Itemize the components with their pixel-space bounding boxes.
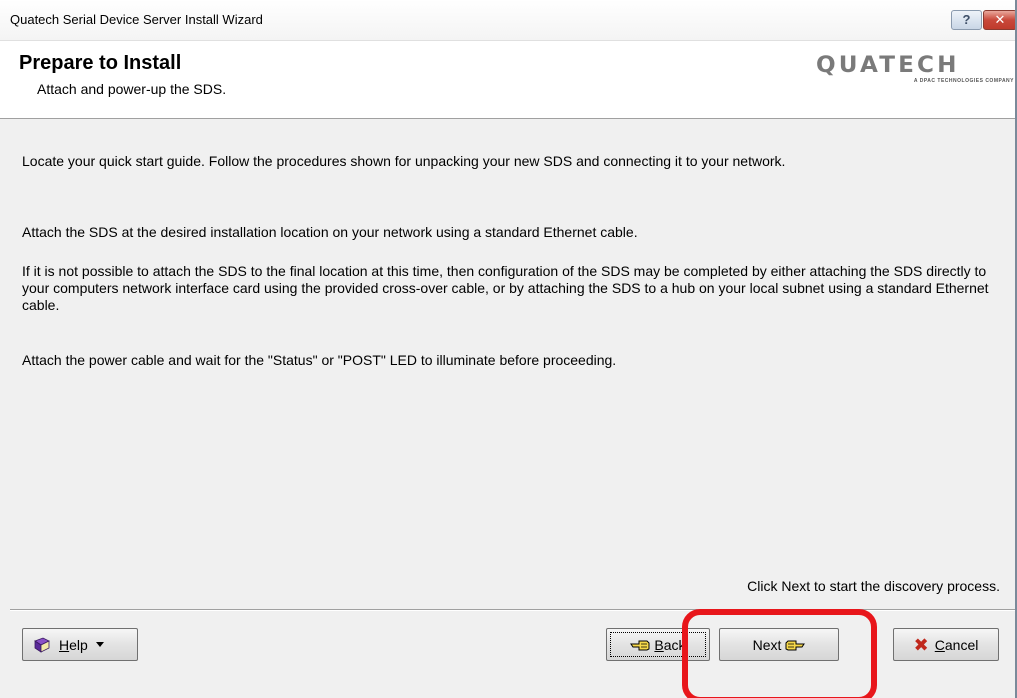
- instruction-paragraph-1: Locate your quick start guide. Follow th…: [22, 153, 786, 169]
- next-button-label: Next: [752, 636, 782, 653]
- red-x-icon: ✖: [913, 634, 929, 655]
- window-title: Quatech Serial Device Server Install Wiz…: [10, 12, 263, 27]
- instruction-paragraph-3: If it is not possible to attach the SDS …: [22, 263, 989, 313]
- page-title: Prepare to Install: [19, 52, 182, 74]
- next-button[interactable]: Next: [719, 628, 839, 661]
- help-button[interactable]: Help: [22, 628, 138, 661]
- book-icon: [34, 637, 50, 653]
- title-bar: Quatech Serial Device Server Install Wiz…: [0, 0, 1017, 41]
- instruction-paragraph-2: Attach the SDS at the desired installati…: [22, 224, 638, 240]
- page-subtitle: Attach and power-up the SDS.: [37, 81, 227, 97]
- next-hint-text: Click Next to start the discovery proces…: [747, 578, 1000, 594]
- quatech-logo: QUATECH A DPAC TECHNOLOGIES COMPANY: [816, 53, 1016, 89]
- hand-pointing-right-icon: [785, 640, 806, 650]
- help-button-label: Help: [59, 636, 88, 653]
- instruction-paragraph-4: Attach the power cable and wait for the …: [22, 352, 617, 368]
- logo-tagline: A DPAC TECHNOLOGIES COMPANY: [913, 78, 1014, 84]
- cancel-button[interactable]: ✖ Cancel: [893, 628, 999, 661]
- chevron-down-icon: [95, 642, 104, 647]
- logo-wordmark: QUATECH: [816, 53, 960, 78]
- back-button-label: Back: [654, 636, 686, 653]
- wizard-body: Locate your quick start guide. Follow th…: [0, 120, 1017, 609]
- wizard-header: Prepare to Install Attach and power-up t…: [10, 41, 1017, 119]
- close-button[interactable]: ✕: [983, 10, 1017, 30]
- cancel-button-label: Cancel: [934, 636, 979, 653]
- back-button[interactable]: Back: [606, 628, 710, 661]
- header-left-strip: [0, 41, 10, 119]
- footer-divider: [10, 609, 1017, 611]
- title-help-button[interactable]: ?: [951, 10, 982, 30]
- install-wizard-window: Quatech Serial Device Server Install Wiz…: [0, 0, 1017, 698]
- hand-pointing-left-icon: [630, 640, 650, 650]
